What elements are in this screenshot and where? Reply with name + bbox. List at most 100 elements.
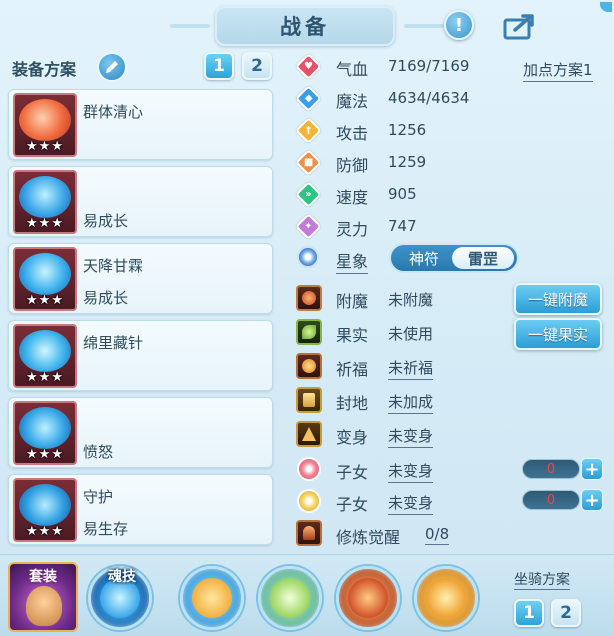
pencil-icon <box>106 61 118 73</box>
stat-defense-value: 1259 <box>388 153 427 171</box>
stat-speed-value: 905 <box>388 185 417 203</box>
armor-icon <box>19 253 71 295</box>
stat-spirit-label: 灵力 <box>336 220 369 239</box>
heart-icon: ♥ <box>294 52 322 80</box>
buff-transform-label: 变身 <box>336 428 369 447</box>
blessing-icon <box>296 353 322 379</box>
equip-scheme-2-button[interactable]: 2 <box>242 52 272 80</box>
fruit-icon <box>296 319 322 345</box>
child-2-counter: 0 <box>522 490 580 510</box>
child-2-value[interactable]: 未变身 <box>388 492 434 515</box>
child-icon-a <box>297 457 321 481</box>
buff-transform-value[interactable]: 未变身 <box>388 425 434 448</box>
star-rating: ★★★ <box>26 139 64 154</box>
equip-card-weapon[interactable]: ★★★ 群体清心 <box>8 89 273 160</box>
buff-enchant-value: 未附魔 <box>388 291 434 309</box>
child-2-plus-button[interactable]: + <box>581 489 603 511</box>
equip-effect-sub: 易成长 <box>83 212 129 230</box>
star-sign-option-leigang[interactable]: 雷罡 <box>452 247 514 269</box>
edit-scheme-button[interactable] <box>97 52 127 82</box>
mount-scheme-2-button[interactable]: 2 <box>551 599 581 627</box>
equip-card-boots[interactable]: ★★★ 守护 易生存 <box>8 474 273 545</box>
buff-fruit-value: 未使用 <box>388 325 434 343</box>
child-1-counter: 0 <box>522 459 580 479</box>
buff-fief-label: 封地 <box>336 394 369 413</box>
mount-scheme-label[interactable]: 坐骑方案 <box>514 569 570 590</box>
sword-icon: † <box>294 116 322 144</box>
star-sign-toggle[interactable]: 神符 雷罡 <box>389 243 519 273</box>
buff-blessing-value[interactable]: 未祈福 <box>388 357 434 380</box>
mount-scheme-1-button[interactable]: 1 <box>514 599 544 627</box>
title-plate: 战备 <box>215 6 395 46</box>
child-1-plus-button[interactable]: + <box>581 458 603 480</box>
enchant-icon <box>296 285 322 311</box>
belt-icon <box>19 407 71 449</box>
star-rating: ★★★ <box>26 447 64 462</box>
equip-effect-name: 绵里藏针 <box>83 334 144 352</box>
equip-thumb: ★★★ <box>13 478 77 542</box>
equip-card-necklace[interactable]: ★★★ 绵里藏针 <box>8 320 273 391</box>
stat-attack-label: 攻击 <box>336 124 369 143</box>
stat-mp-value: 4634/4634 <box>388 89 470 107</box>
stat-speed-label: 速度 <box>336 188 369 207</box>
info-button[interactable]: ! <box>444 10 474 40</box>
child-1-label: 子女 <box>336 463 369 482</box>
suit-label: 套装 <box>29 569 57 585</box>
equip-scheme-1-button[interactable]: 1 <box>204 52 234 80</box>
child-2-label: 子女 <box>336 495 369 514</box>
pet-skill-icon-1 <box>192 578 232 618</box>
equip-thumb: ★★★ <box>13 170 77 234</box>
buff-fief-value[interactable]: 未加成 <box>388 391 434 414</box>
corner-close-button[interactable] <box>598 0 614 14</box>
equip-effect-sub: 易生存 <box>83 520 129 538</box>
equip-effect-name: 天降甘霖 <box>83 257 144 275</box>
exclamation-icon: ! <box>454 14 464 36</box>
buff-enchant-label: 附魔 <box>336 292 369 311</box>
share-button[interactable] <box>503 12 537 40</box>
pet-skill-slot-1[interactable] <box>180 566 244 630</box>
pet-skill-slot-4[interactable] <box>414 566 478 630</box>
equip-scheme-label: 装备方案 <box>12 60 77 79</box>
cultivation-value[interactable]: 0/8 <box>425 525 450 545</box>
stat-hp-label: 气血 <box>336 60 369 79</box>
equip-thumb: ★★★ <box>13 247 77 311</box>
equip-thumb: ★★★ <box>13 93 77 157</box>
pet-skill-slot-2[interactable] <box>258 566 322 630</box>
child-icon-b <box>297 489 321 513</box>
stat-attack-value: 1256 <box>388 121 427 139</box>
fief-icon <box>296 387 322 413</box>
equip-effect-sub: 愤怒 <box>83 443 114 461</box>
cultivation-icon <box>296 520 322 546</box>
equip-card-armor[interactable]: ★★★ 天降甘霖 易成长 <box>8 243 273 314</box>
spirit-icon: ✦ <box>294 212 322 240</box>
enchant-all-button[interactable]: 一键附魔 <box>514 283 602 315</box>
add-point-plan-link[interactable]: 加点方案1 <box>523 59 593 82</box>
pet-skill-icon-3 <box>348 578 388 618</box>
equip-thumb: ★★★ <box>13 401 77 465</box>
child-1-value[interactable]: 未变身 <box>388 460 434 483</box>
cultivation-label: 修炼觉醒 <box>336 528 401 547</box>
equip-effect-name: 守护 <box>83 488 114 506</box>
equip-card-belt[interactable]: ★★★ 愤怒 <box>8 397 273 468</box>
shield-icon: ■ <box>294 148 322 176</box>
equip-effect-name: 群体清心 <box>83 103 144 121</box>
buff-fruit-label: 果实 <box>336 326 369 345</box>
pet-skill-icon-4 <box>426 578 466 618</box>
pet-skill-slot-3[interactable] <box>336 566 400 630</box>
equip-thumb: ★★★ <box>13 324 77 388</box>
transform-icon <box>296 421 322 447</box>
star-rating: ★★★ <box>26 370 64 385</box>
star-compass-icon <box>297 246 319 268</box>
stat-mp-label: 魔法 <box>336 92 369 111</box>
star-sign-label[interactable]: 星象 <box>336 248 369 274</box>
buff-blessing-label: 祈福 <box>336 360 369 379</box>
scroll-icon <box>19 99 71 141</box>
star-rating: ★★★ <box>26 216 64 231</box>
star-sign-option-shenfu[interactable]: 神符 <box>395 247 453 269</box>
equip-effect-sub: 易成长 <box>83 289 129 307</box>
page-title: 战备 <box>280 15 330 39</box>
equip-card-helmet[interactable]: ★★★ 易成长 <box>8 166 273 237</box>
star-rating: ★★★ <box>26 524 64 539</box>
necklace-icon <box>19 330 71 372</box>
fruit-all-button[interactable]: 一键果实 <box>514 318 602 350</box>
